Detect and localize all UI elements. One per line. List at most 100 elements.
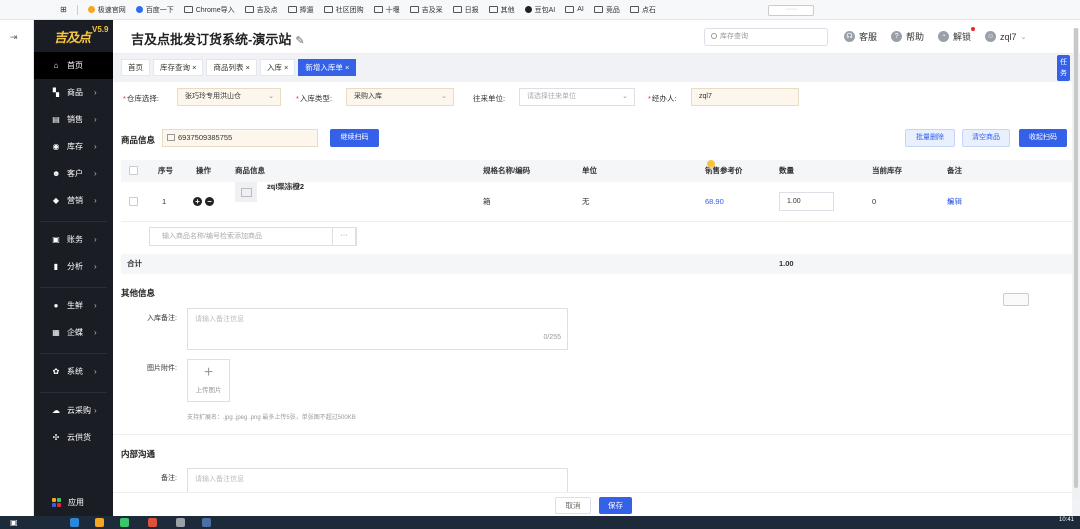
taskbar-app-icon[interactable] (70, 518, 79, 527)
bookmark-item[interactable]: 极速官网 (87, 5, 126, 15)
sidebar-item[interactable]: ◆ 营销 › (34, 187, 113, 214)
scrollbar[interactable] (1073, 28, 1079, 498)
header-actions: ☊ 客服 ? 帮助 ◔ 解锁 ☺ zql7 ⌄ (844, 27, 1026, 43)
bookmark-item[interactable]: 其他 (488, 5, 515, 15)
sidebar-item[interactable]: ▤ 销售 › (34, 106, 113, 133)
footer-bar: 取消 保存 (113, 492, 1072, 516)
bookmark-item[interactable]: 竞品 (593, 5, 620, 15)
continue-scan-button[interactable]: 继续扫码 (330, 129, 379, 147)
sidebar-item[interactable]: ● 生鲜 › (34, 292, 113, 319)
close-icon[interactable]: × (282, 63, 288, 72)
sidebar-item[interactable]: ✣ 云供货 (34, 424, 113, 451)
folder-icon (409, 6, 419, 13)
add-goods-input[interactable]: 输入商品名称/编号检索添加商品 ··· (149, 227, 357, 246)
sidebar-item[interactable]: ◉ 库存 › (34, 133, 113, 160)
quantity-input[interactable]: 1.00 (779, 192, 834, 211)
folder-icon (323, 6, 333, 13)
sidebar-item[interactable]: ✿ 系统 › (34, 358, 113, 385)
tab-item[interactable]: 商品列表 × (206, 58, 257, 76)
bookmark-item[interactable]: 日报 (452, 5, 479, 15)
help-icon[interactable]: ? (707, 160, 715, 174)
folder-icon (287, 6, 297, 13)
batch-delete-button[interactable]: 批量删除 (905, 129, 955, 147)
handler-value: zql7 (699, 93, 712, 100)
tab-item[interactable]: 新增入库单 × (298, 58, 357, 76)
chevron-right-icon: › (94, 406, 97, 415)
form-row: *仓库选择: 张巧玲专用洪山仓 ⌄ *入库类型: 采购入库 ⌄ 往来单位: 请选择往… (113, 88, 1072, 108)
minus-icon[interactable]: − (205, 197, 214, 206)
bookmark-item[interactable]: 豆包AI (524, 5, 555, 15)
address-mini[interactable]: ⋯⋯ (768, 5, 814, 16)
floating-widget[interactable] (1003, 293, 1029, 306)
logo[interactable]: 吉及点 V5.9 (34, 20, 113, 52)
system-gear-icon: ✿ (52, 367, 60, 376)
help-button[interactable]: ? 帮助 (891, 30, 924, 43)
taskbar-app-icon[interactable] (148, 518, 157, 527)
close-icon[interactable]: × (243, 63, 250, 72)
logo-text: 吉及点 (54, 30, 91, 46)
edit-title-icon[interactable]: ✎ (295, 35, 304, 47)
handler-input[interactable]: zql7 (691, 88, 799, 106)
row-checkbox[interactable] (129, 197, 138, 206)
chevron-right-icon: › (94, 235, 97, 244)
bookmark-item[interactable]: 百度一下 (135, 5, 174, 15)
plus-icon[interactable]: + (193, 197, 202, 206)
avatar-icon: ☺ (985, 31, 997, 42)
tab-item[interactable]: 入库 × (259, 58, 296, 76)
taskbar-app-icon[interactable] (176, 518, 185, 527)
barcode-input[interactable]: 6937509385755 (162, 129, 318, 147)
internal-note-textarea[interactable]: 请输入备注信息 (187, 468, 568, 492)
unlock-button[interactable]: ◔ 解锁 (938, 27, 976, 43)
bookmark-item[interactable]: 捧遛 (287, 5, 314, 15)
stock-search-input[interactable]: 库存查询 (704, 28, 828, 46)
bookmark-item[interactable]: 吉及点 (244, 5, 278, 15)
type-select[interactable]: 采购入库 ⌄ (346, 88, 454, 106)
close-icon[interactable]: × (343, 63, 349, 72)
service-button[interactable]: ☊ 客服 (844, 30, 877, 43)
partner-select[interactable]: 请选择往来单位 ⌄ (519, 88, 635, 106)
close-icon[interactable]: × (190, 63, 196, 72)
warehouse-select[interactable]: 张巧玲专用洪山仓 ⌄ (177, 88, 281, 106)
sidebar-item[interactable]: ⌂ 首页 (34, 52, 113, 79)
collapse-scan-button[interactable]: 收起扫码 (1019, 129, 1067, 147)
bookmark-item[interactable]: AI (565, 6, 584, 13)
sidebar-item[interactable]: ▮ 分析 › (34, 253, 113, 280)
scrollbar-thumb[interactable] (1074, 28, 1078, 488)
nav-divider (40, 346, 107, 354)
more-button[interactable]: ··· (332, 227, 356, 246)
inbound-note-textarea[interactable]: 请输入备注信息 0/255 (187, 308, 568, 350)
cancel-button[interactable]: 取消 (555, 497, 591, 514)
taskbar-app-icon[interactable] (95, 518, 104, 527)
clear-goods-button[interactable]: 清空商品 (962, 129, 1010, 147)
user-menu[interactable]: ☺ zql7 ⌄ (985, 31, 1026, 42)
sidebar-item[interactable]: ☁ 云采购 › (34, 397, 113, 424)
bookmark-item[interactable]: 点石 (629, 5, 656, 15)
sidebar-item[interactable]: ▚ 商品 › (34, 79, 113, 106)
task-flag[interactable]: 任务 (1057, 55, 1070, 81)
taskbar: ▣ 10:41 (0, 516, 1080, 529)
bookmark-item[interactable]: 十堰 (373, 5, 400, 15)
tab-label: 新增入库单 (305, 62, 343, 72)
plus-icon: + (203, 364, 214, 381)
tab-item[interactable]: 首页 (121, 58, 150, 76)
unlock-label: 解锁 (953, 32, 972, 42)
select-all-checkbox[interactable] (129, 166, 138, 175)
sidebar-item[interactable]: ☻ 客户 › (34, 160, 113, 187)
start-icon[interactable]: ▣ (10, 518, 20, 527)
warehouse-icon: ◉ (52, 142, 60, 151)
apps-button[interactable]: 应用 (34, 497, 113, 508)
taskbar-app-icon[interactable] (120, 518, 129, 527)
bookmark-item[interactable]: 吉及采 (409, 5, 443, 15)
taskbar-app-icon[interactable] (202, 518, 211, 527)
collapse-icon[interactable]: ⇥ (10, 32, 18, 43)
sidebar-item[interactable]: ▣ 账务 › (34, 226, 113, 253)
tab-item[interactable]: 库存查询 × (153, 58, 204, 76)
upload-image-button[interactable]: + 上传图片 (187, 359, 230, 402)
save-button[interactable]: 保存 (599, 497, 632, 514)
folder-icon (244, 6, 254, 13)
bookmark-item[interactable]: 社区团购 (323, 5, 364, 15)
sidebar-item[interactable]: ▦ 企蝶 › (34, 319, 113, 346)
bookmark-item[interactable]: Chrome导入 (183, 5, 235, 15)
apps-grid-icon[interactable]: ⊞ (60, 5, 67, 14)
cloud-purchase-icon: ☁ (52, 406, 60, 415)
